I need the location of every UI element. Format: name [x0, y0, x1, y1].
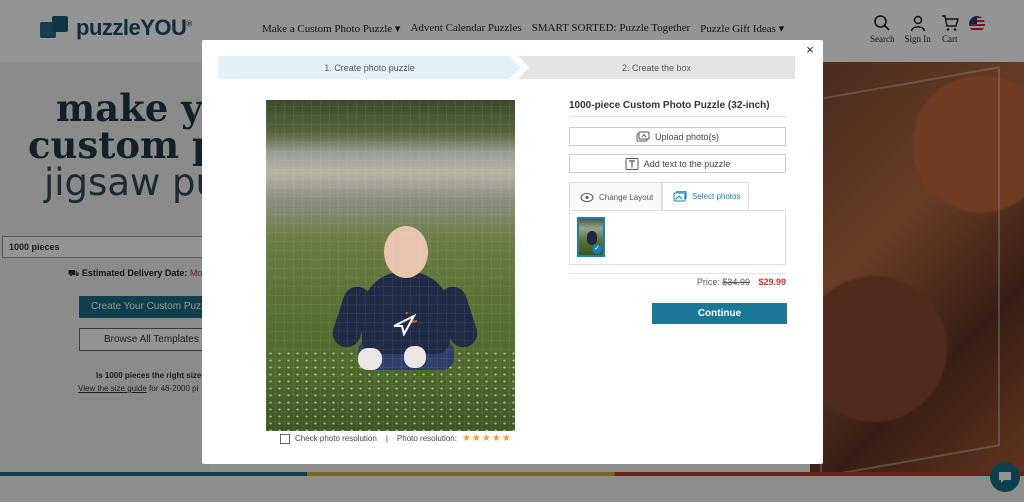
- check-resolution-label[interactable]: Check photo resolution: [295, 434, 377, 443]
- step-create-photo-puzzle[interactable]: 1. Create photo puzzle: [218, 56, 521, 79]
- divider: [569, 116, 786, 117]
- divider: [569, 273, 786, 274]
- photo-thumbnail[interactable]: ✓: [577, 217, 605, 257]
- tab-select-photos-label: Select photos: [692, 192, 741, 201]
- step-progress: 1. Create photo puzzle 2. Create the box: [218, 56, 795, 79]
- price-label: Price:: [696, 277, 720, 287]
- price-original: $34.99: [722, 277, 750, 287]
- price-row: Price: $34.99 $29.99: [569, 277, 786, 287]
- photo-resolution-row: Check photo resolution | Photo resolutio…: [280, 433, 512, 444]
- price-sale: $29.99: [758, 277, 786, 287]
- step-create-box[interactable]: 2. Create the box: [518, 56, 795, 79]
- upload-icon: [636, 131, 650, 141]
- continue-button[interactable]: Continue: [652, 303, 787, 324]
- tab-change-layout-label: Change Layout: [599, 192, 654, 202]
- checkmark-icon: ✓: [592, 244, 602, 254]
- layout-icon: [580, 192, 594, 202]
- upload-photos-button[interactable]: Upload photo(s): [569, 127, 786, 146]
- add-text-label: Add text to the puzzle: [643, 158, 731, 169]
- photo-tabs: Change Layout Select photos: [569, 182, 786, 211]
- check-resolution-checkbox[interactable]: [280, 433, 290, 444]
- product-title: 1000-piece Custom Photo Puzzle (32-inch): [569, 100, 770, 111]
- upload-label: Upload photo(s): [654, 131, 720, 142]
- create-puzzle-modal: × 1. Create photo puzzle 2. Create the b…: [202, 40, 823, 464]
- tab-select-photos[interactable]: Select photos: [662, 182, 749, 211]
- text-icon: [625, 157, 639, 170]
- resolution-stars: ★★★★★: [461, 433, 512, 444]
- close-button[interactable]: ×: [803, 43, 817, 57]
- close-icon: ×: [806, 42, 814, 57]
- photos-icon: [673, 191, 687, 202]
- selected-photos-panel: ✓: [569, 210, 786, 265]
- tab-change-layout[interactable]: Change Layout: [569, 182, 662, 211]
- add-text-button[interactable]: Add text to the puzzle: [569, 154, 786, 173]
- puzzle-photo-preview: [266, 100, 515, 431]
- separator: |: [385, 434, 388, 443]
- resolution-label: Photo resolution:: [396, 434, 457, 443]
